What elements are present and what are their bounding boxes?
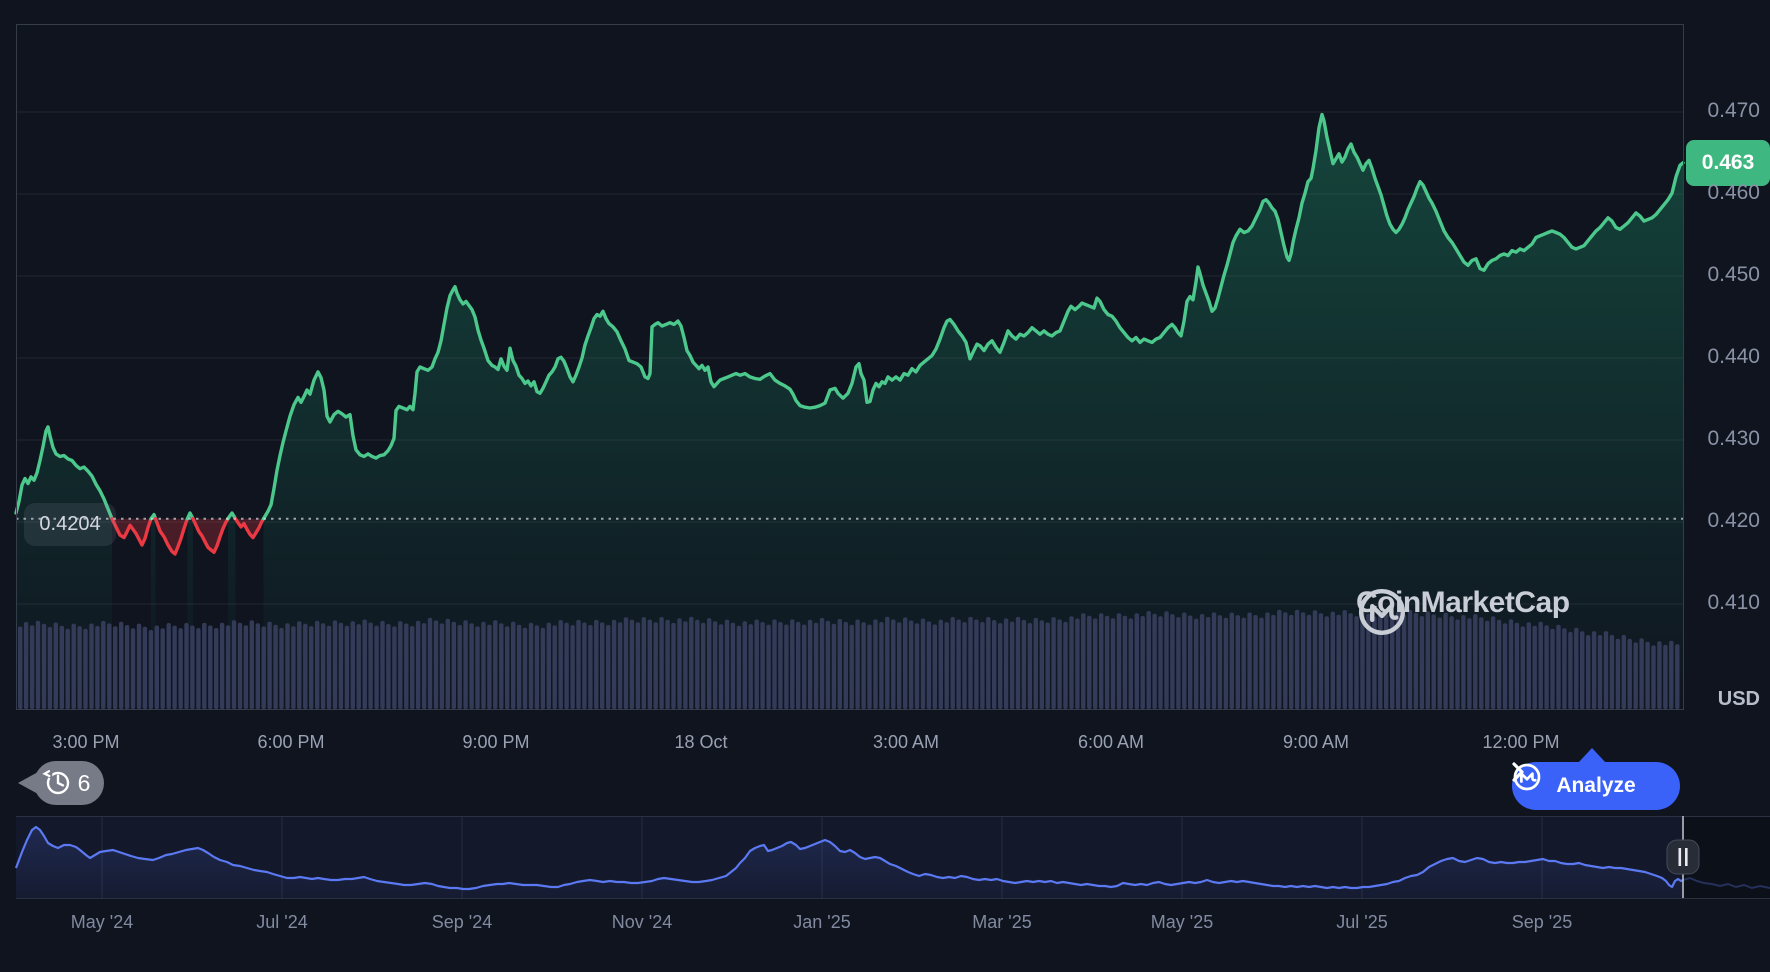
month-axis-label: Sep '24: [432, 912, 493, 933]
month-axis-label: Nov '24: [612, 912, 672, 933]
x-axis-label: 6:00 AM: [1078, 732, 1144, 753]
month-axis-label: Mar '25: [972, 912, 1031, 933]
month-axis-label: May '25: [1151, 912, 1213, 933]
y-axis-label: 0.430: [1707, 427, 1760, 451]
y-axis-label: 0.420: [1707, 509, 1760, 533]
x-axis-label: 6:00 PM: [257, 732, 324, 753]
x-axis-label: 3:00 PM: [52, 732, 119, 753]
analyze-tooltip-pointer: [1578, 748, 1606, 763]
history-badge[interactable]: 6: [16, 758, 108, 808]
x-axis-label: 12:00 PM: [1482, 732, 1559, 753]
coinmarketcap-logo-icon: [1356, 586, 1408, 638]
month-axis-label: Jul '25: [1336, 912, 1387, 933]
y-axis-label: 0.410: [1707, 591, 1760, 615]
y-axis-label: 0.460: [1707, 181, 1760, 205]
y-axis-label: 0.470: [1707, 99, 1760, 123]
timeline-brush-chart[interactable]: [0, 0, 1770, 972]
month-axis-label: Jul '24: [256, 912, 307, 933]
currency-unit-label: USD: [1718, 688, 1760, 711]
current-price-badge: 0.463: [1686, 140, 1770, 186]
analyze-label: Analyze: [1556, 774, 1635, 798]
chevron-right-icon: [1512, 762, 1524, 782]
analyze-button[interactable]: Analyze: [1512, 762, 1680, 810]
x-axis-label: 9:00 PM: [462, 732, 529, 753]
y-axis-label: 0.440: [1707, 345, 1760, 369]
watermark: CoinMarketCap: [1356, 586, 1570, 620]
open-price-label: 0.4204: [24, 503, 116, 546]
chart-panel: 0.4204 0.463 USD CoinMarketCap 6 Analyze: [0, 0, 1770, 972]
month-axis-label: Sep '25: [1512, 912, 1573, 933]
brush-handle[interactable]: [1667, 840, 1699, 874]
x-axis-label: 18 Oct: [674, 732, 727, 753]
x-axis-label: 9:00 AM: [1283, 732, 1349, 753]
x-axis-label: 3:00 AM: [873, 732, 939, 753]
history-count: 6: [78, 770, 91, 796]
y-axis-label: 0.450: [1707, 263, 1760, 287]
month-axis-label: May '24: [71, 912, 133, 933]
month-axis-label: Jan '25: [793, 912, 850, 933]
